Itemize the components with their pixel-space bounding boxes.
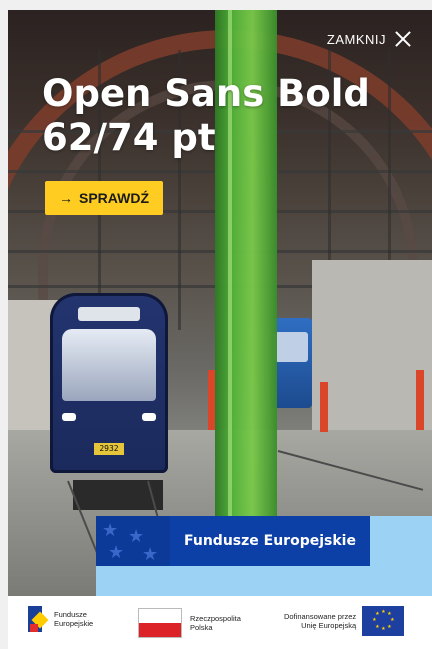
ad-frame: 2932 ZAMKNIJ Open Sans Bold 62/74 pt → S… (0, 0, 432, 649)
eu-flag-icon: ★ ★ ★ ★ ★ ★ ★ ★ (362, 606, 405, 636)
eu-logo-line2: Unię Europejską (301, 621, 357, 630)
fundusze-europejskie-logo: Fundusze Europejskie (28, 606, 93, 632)
eu-funds-banner-text: Fundusze Europejskie (184, 533, 356, 549)
lift-jack (416, 370, 424, 430)
tram-windshield (62, 329, 156, 401)
headline: Open Sans Bold 62/74 pt (42, 72, 382, 160)
tram-front: 2932 (50, 293, 168, 473)
close-button[interactable]: ZAMKNIJ (327, 30, 412, 48)
tram-headlight (62, 413, 76, 421)
arrow-right-icon: → (59, 190, 73, 206)
logo-footer: Fundusze Europejskie Rzeczpospolita Pols… (8, 596, 432, 649)
check-button-label: SPRAWDŹ (79, 190, 149, 206)
eu-funds-bar: ★ ★ ★ ★ Fundusze Europejskie (96, 516, 370, 566)
fe-emblem-icon (28, 606, 49, 632)
close-icon (394, 30, 412, 48)
close-label: ZAMKNIJ (326, 31, 386, 47)
rp-logo-line2: Polska (190, 623, 213, 632)
stars-pattern-icon: ★ ★ ★ ★ (96, 516, 170, 566)
rp-logo-line1: Rzeczpospolita (190, 614, 241, 623)
headline-line-2: 62/74 pt (42, 116, 216, 159)
eu-cofinanced-logo: Dofinansowane przez Unię Europejską ★ ★ … (284, 606, 405, 636)
tram-windshield (274, 332, 308, 362)
check-button[interactable]: → SPRAWDŹ (45, 181, 163, 215)
headline-line-1: Open Sans Bold (42, 72, 370, 115)
tram-destination-display (78, 307, 140, 321)
fe-logo-line2: Europejskie (54, 619, 94, 628)
depot-wall (312, 260, 432, 440)
ad-card: 2932 ZAMKNIJ Open Sans Bold 62/74 pt → S… (8, 10, 432, 649)
eu-logo-line1: Dofinansowane przez (284, 612, 357, 621)
tram-number: 2932 (94, 443, 124, 455)
fe-logo-line1: Fundusze (54, 610, 87, 619)
rzeczpospolita-polska-logo: Rzeczpospolita Polska (138, 608, 241, 638)
eu-funds-banner: ★ ★ ★ ★ Fundusze Europejskie (96, 516, 432, 596)
lift-jack (320, 382, 328, 432)
polish-flag-icon (138, 608, 182, 638)
tram-headlight (142, 413, 156, 421)
